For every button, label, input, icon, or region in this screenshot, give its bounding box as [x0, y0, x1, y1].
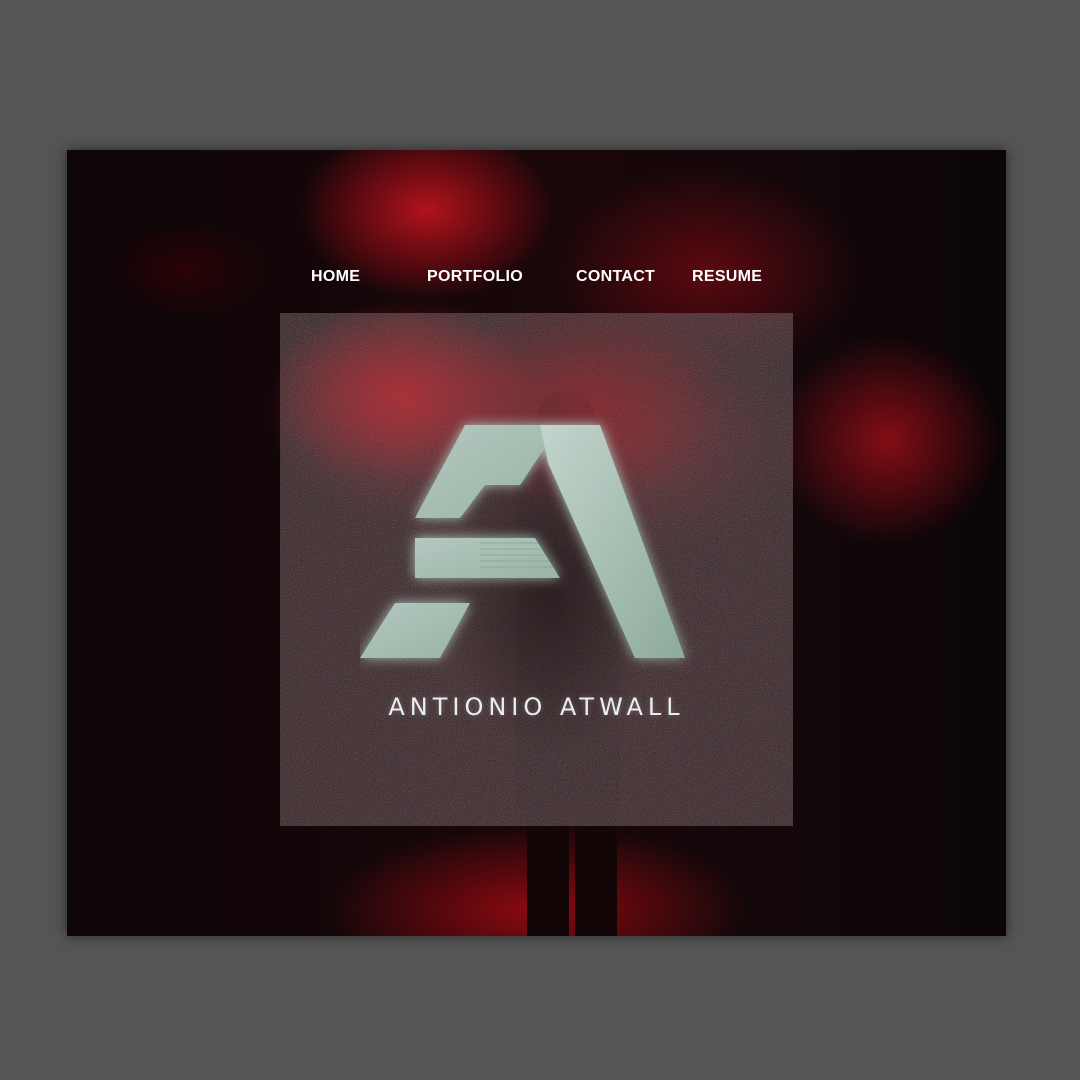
main-navigation: HOME PORTFOLIO CONTACT RESUME	[67, 268, 1006, 292]
letter-a-logo-icon	[360, 425, 685, 658]
logo-card: ANTIONIO ATWALL	[280, 313, 793, 826]
nav-link-contact[interactable]: CONTACT	[576, 268, 655, 286]
website-screenshot: HOME PORTFOLIO CONTACT RESUME ANTIONIO A…	[67, 150, 1006, 936]
nav-link-portfolio[interactable]: PORTFOLIO	[427, 268, 523, 286]
brand-name: ANTIONIO ATWALL	[388, 693, 685, 721]
silhouette-left-leg	[527, 810, 569, 936]
silhouette-right-leg	[575, 810, 617, 936]
nav-link-home[interactable]: HOME	[311, 268, 360, 286]
nav-link-resume[interactable]: RESUME	[692, 268, 762, 286]
